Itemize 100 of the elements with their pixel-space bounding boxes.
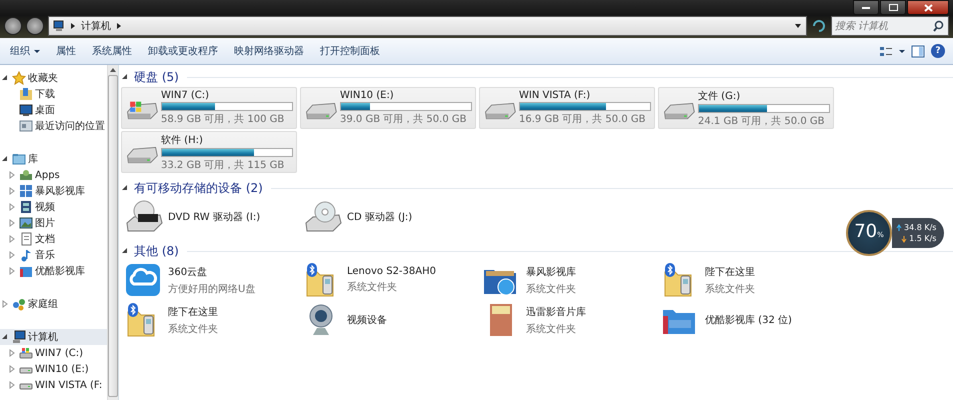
up-arrow-icon <box>896 224 902 232</box>
collapsed-arrow-icon[interactable] <box>8 267 15 275</box>
caret-icon <box>34 48 40 54</box>
drive-tile[interactable]: WIN VISTA (F:) 16.9 GB 可用，共 50.0 GB <box>479 87 655 129</box>
back-button[interactable] <box>4 17 22 35</box>
scrollbar-thumb[interactable] <box>108 75 118 397</box>
nav-label: 最近访问的位置 <box>35 120 105 133</box>
group-header[interactable]: 硬盘 (5) <box>134 68 179 86</box>
item-description: 系统文件夹 <box>526 322 577 336</box>
group-header[interactable]: 其他 (8) <box>134 242 179 260</box>
nav-item[interactable]: 收藏夹 <box>0 70 107 86</box>
refresh-icon[interactable] <box>811 18 827 34</box>
nav-label: 桌面 <box>35 104 55 117</box>
item-description: 系统文件夹 <box>526 282 576 296</box>
collapsed-arrow-icon[interactable] <box>8 365 15 373</box>
chevron-icon <box>70 22 76 30</box>
collapsed-arrow-icon[interactable] <box>8 235 15 243</box>
nav-label: WIN VISTA (F: <box>35 380 102 390</box>
nav-item[interactable]: WIN VISTA (F: <box>0 377 107 393</box>
close-button[interactable] <box>907 0 949 15</box>
expanded-arrow-icon[interactable] <box>1 74 8 82</box>
nav-item[interactable]: WIN10 (E:) <box>0 361 107 377</box>
drive-tile[interactable]: 文件 (G:) 24.1 GB 可用，共 50.0 GB <box>658 87 834 129</box>
group-header[interactable]: 有可移动存储的设备 (2) <box>134 180 263 196</box>
item-name[interactable]: 视频设备 <box>347 313 387 327</box>
item-name[interactable]: 暴风影视库 <box>526 264 576 278</box>
item-name[interactable]: 陛下在这里 <box>168 304 218 318</box>
search-field[interactable]: 搜索 计算机 <box>831 16 949 36</box>
item-name[interactable]: 360云盘 <box>168 264 256 278</box>
nav-item[interactable]: 库 <box>0 151 107 167</box>
nav-item[interactable]: 桌面 <box>0 102 107 118</box>
nav-label: Apps <box>35 170 60 180</box>
preview-pane-icon[interactable] <box>911 44 925 58</box>
toolbar-button[interactable]: 组织 <box>4 41 46 61</box>
maximize-button[interactable] <box>880 0 906 15</box>
toolbar-button[interactable]: 映射网络驱动器 <box>228 41 310 61</box>
collapsed-arrow-icon[interactable] <box>8 219 15 227</box>
minimize-button[interactable] <box>853 0 879 15</box>
expanded-arrow-icon[interactable] <box>1 155 8 163</box>
item-name[interactable]: 陛下在这里 <box>705 264 755 278</box>
collapsed-arrow-icon[interactable] <box>8 381 15 389</box>
nav-item[interactable]: 视频 <box>0 199 107 215</box>
expanded-arrow-icon[interactable] <box>1 333 8 341</box>
down-arrow-icon <box>901 234 908 242</box>
computer-icon <box>53 20 65 32</box>
nav-item[interactable]: 文档 <box>0 231 107 247</box>
item-description: 系统文件夹 <box>347 280 398 294</box>
nav-item[interactable]: Apps <box>0 167 107 183</box>
toolbar-button[interactable]: 系统属性 <box>86 41 138 61</box>
nav-label: WIN10 (E:) <box>35 364 89 374</box>
collapsed-arrow-icon[interactable] <box>8 349 15 357</box>
forward-button[interactable] <box>26 17 44 35</box>
nav-label: 下载 <box>35 88 55 101</box>
drive-tile[interactable]: 软件 (H:) 33.2 GB 可用，共 115 GB <box>121 131 297 173</box>
nav-item[interactable]: 下载 <box>0 86 107 102</box>
address-bar[interactable]: 计算机 <box>48 16 807 36</box>
nav-label: 收藏夹 <box>28 72 58 85</box>
view-options-icon[interactable] <box>879 44 893 58</box>
percent-value: 70 <box>854 221 878 242</box>
nav-item[interactable]: 家庭组 <box>0 296 107 312</box>
item-name[interactable]: 优酷影视库 (32 位) <box>705 313 792 327</box>
nav-item[interactable]: 暴风影视库 <box>0 183 107 199</box>
drive-tile[interactable]: WIN7 (C:) 58.9 GB 可用，共 100 GB <box>121 87 297 129</box>
item-name[interactable]: DVD RW 驱动器 (I:) <box>168 210 260 224</box>
collapsed-arrow-icon[interactable] <box>8 187 15 195</box>
toolbar-button[interactable]: 打开控制面板 <box>314 41 386 61</box>
item-name[interactable]: CD 驱动器 (J:) <box>347 210 412 224</box>
nav-item[interactable]: 音乐 <box>0 247 107 263</box>
nav-item[interactable]: WIN7 (C:) <box>0 345 107 361</box>
drive-tile[interactable]: WIN10 (E:) 39.0 GB 可用，共 50.0 GB <box>300 87 476 129</box>
nav-item[interactable]: 计算机 <box>0 329 107 345</box>
toolbar-button[interactable]: 卸载或更改程序 <box>142 41 224 61</box>
expanded-arrow-icon[interactable] <box>121 73 128 81</box>
breadcrumb[interactable]: 计算机 <box>81 19 111 33</box>
nav-item[interactable]: 优酷影视库 <box>0 263 107 279</box>
collapsed-arrow-icon[interactable] <box>8 171 15 179</box>
nav-item[interactable]: 图片 <box>0 215 107 231</box>
film-icon <box>19 200 33 214</box>
scroll-up-icon[interactable] <box>109 67 117 73</box>
toolbar-button[interactable]: 属性 <box>50 41 82 61</box>
star-icon <box>12 71 26 85</box>
caret-icon[interactable] <box>899 48 905 54</box>
document-icon <box>19 232 33 246</box>
item-description: 系统文件夹 <box>705 282 755 296</box>
collapsed-arrow-icon[interactable] <box>8 251 15 259</box>
youku-folder-icon <box>19 264 33 278</box>
collapsed-arrow-icon[interactable] <box>1 300 8 308</box>
drive-name: 软件 (H:) <box>161 134 204 146</box>
collapsed-arrow-icon[interactable] <box>8 203 15 211</box>
help-button[interactable]: ? <box>931 44 945 58</box>
item-name[interactable]: Lenovo S2-38AH0 <box>347 266 436 277</box>
drive-space: 33.2 GB 可用，共 115 GB <box>161 158 286 172</box>
drive-space: 16.9 GB 可用，共 50.0 GB <box>519 112 646 126</box>
windows-drive-icon <box>19 346 33 360</box>
expanded-arrow-icon[interactable] <box>121 247 128 255</box>
expanded-arrow-icon[interactable] <box>121 184 128 192</box>
speed-readout[interactable]: 34.8 K/s 1.5 K/s <box>892 218 944 248</box>
item-name[interactable]: 迅雷影音片库 <box>526 304 586 318</box>
nav-item[interactable]: 最近访问的位置 <box>0 118 107 134</box>
download-speed: 1.5 K/s <box>909 234 936 243</box>
